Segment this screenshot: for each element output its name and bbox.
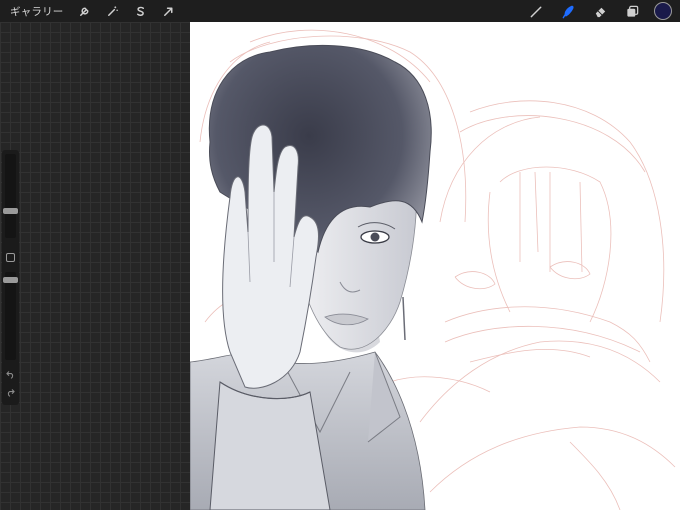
actions-button[interactable]: [74, 0, 96, 22]
top-toolbar: ギャラリー: [0, 0, 680, 22]
arrow-cursor-icon: [164, 7, 173, 16]
gallery-button[interactable]: ギャラリー: [10, 4, 64, 19]
selection-s-icon: [136, 6, 145, 16]
figure-sleeve: [209, 381, 331, 510]
magic-wand-icon: [108, 5, 118, 16]
left-sidebar: [2, 150, 19, 405]
modify-button[interactable]: [6, 253, 15, 262]
smudge-tool-button[interactable]: [552, 0, 584, 22]
adjustments-button[interactable]: [102, 0, 124, 22]
redo-button[interactable]: [4, 386, 17, 399]
artwork: [190, 29, 676, 510]
layers-button[interactable]: [616, 0, 648, 22]
layers-icon: [626, 5, 638, 17]
brush-size-thumb[interactable]: [3, 208, 18, 214]
drawing-canvas[interactable]: [190, 22, 680, 510]
brush-icon: [530, 6, 541, 17]
opacity-slider[interactable]: [3, 272, 18, 360]
selection-button[interactable]: [130, 0, 152, 22]
transform-button[interactable]: [158, 0, 180, 22]
undo-button[interactable]: [4, 368, 17, 381]
paint-tool-button[interactable]: [520, 0, 552, 22]
eraser-tool-button[interactable]: [584, 0, 616, 22]
opacity-thumb[interactable]: [3, 277, 18, 283]
eraser-icon: [595, 7, 605, 17]
smudge-icon: [562, 5, 574, 18]
brush-size-slider[interactable]: [3, 154, 18, 238]
undo-icon: [6, 371, 14, 379]
tool-group: [520, 0, 680, 22]
redo-icon: [7, 389, 15, 397]
color-picker-button[interactable]: [654, 2, 672, 20]
workspace-background: [0, 22, 190, 510]
wrench-icon: [80, 7, 89, 16]
